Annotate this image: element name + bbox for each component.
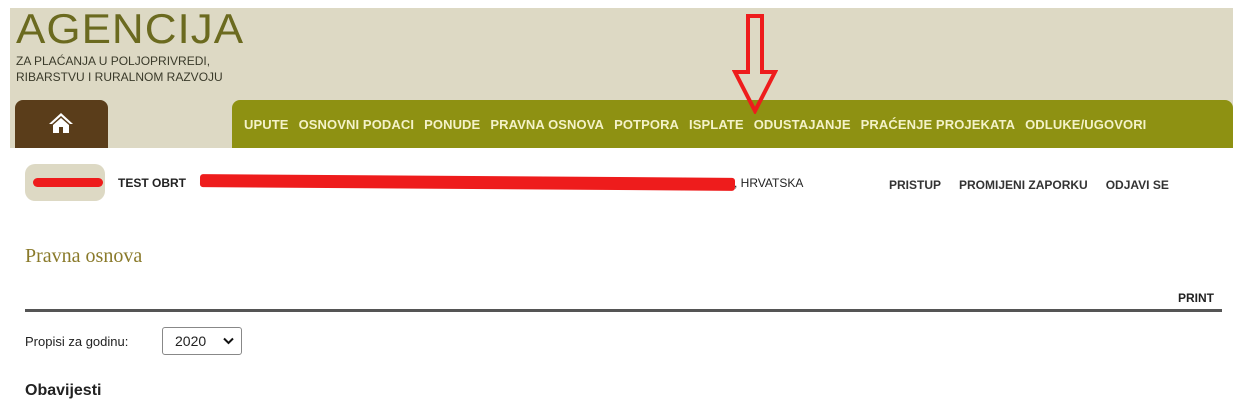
nav-item-potpora[interactable]: POTPORA bbox=[614, 117, 679, 132]
print-link[interactable]: PRINT bbox=[1178, 291, 1214, 305]
nav-item-osnovni-podaci[interactable]: OSNOVNI PODACI bbox=[299, 117, 415, 132]
agency-logo-subtitle: ZA PLAĆANJA U POLJOPRIVREDI, RIBARSTVU I… bbox=[16, 53, 223, 85]
year-filter-label: Propisi za godinu: bbox=[25, 334, 129, 349]
nav-item-upute[interactable]: UPUTE bbox=[244, 117, 289, 132]
nav-item-odluke-ugovori[interactable]: ODLUKE/UGOVORI bbox=[1025, 117, 1146, 132]
logo-subtitle-line-1: ZA PLAĆANJA U POLJOPRIVREDI, bbox=[16, 54, 211, 68]
annotation-arrow-icon bbox=[732, 14, 778, 114]
account-links: PRISTUP PROMIJENI ZAPORKU ODJAVI SE bbox=[889, 178, 1169, 192]
redaction-mark-long bbox=[199, 174, 736, 191]
main-nav-items: UPUTE OSNOVNI PODACI PONUDE PRAVNA OSNOV… bbox=[244, 117, 1156, 132]
notices-heading: Obavijesti bbox=[25, 382, 102, 399]
year-select-value: 2020 bbox=[175, 333, 207, 349]
nav-item-isplate[interactable]: ISPLATE bbox=[689, 117, 744, 132]
change-password-link[interactable]: PROMIJENI ZAPORKU bbox=[959, 178, 1088, 192]
home-icon[interactable] bbox=[48, 112, 74, 134]
user-name: TEST OBRT bbox=[118, 176, 186, 190]
page-title: Pravna osnova bbox=[25, 245, 143, 267]
logout-link[interactable]: ODJAVI SE bbox=[1106, 178, 1169, 192]
redaction-mark bbox=[33, 178, 103, 187]
nav-item-ponude[interactable]: PONUDE bbox=[424, 117, 480, 132]
nav-item-pravna-osnova[interactable]: PRAVNA OSNOVA bbox=[490, 117, 604, 132]
home-tab[interactable] bbox=[15, 100, 108, 148]
nav-item-odustajanje[interactable]: ODUSTAJANJE bbox=[754, 117, 851, 132]
access-link[interactable]: PRISTUP bbox=[889, 178, 941, 192]
year-select[interactable]: 2020 bbox=[162, 327, 242, 355]
logo-subtitle-line-2: RIBARSTVU I RURALNOM RAZVOJU bbox=[16, 70, 223, 84]
user-country: , HRVATSKA bbox=[734, 176, 804, 190]
section-divider bbox=[25, 309, 1222, 312]
agency-logo-title[interactable]: AGENCIJA bbox=[16, 9, 244, 51]
nav-item-pracenje-projekata[interactable]: PRAĆENJE PROJEKATA bbox=[861, 117, 1015, 132]
chevron-down-icon bbox=[223, 337, 234, 345]
